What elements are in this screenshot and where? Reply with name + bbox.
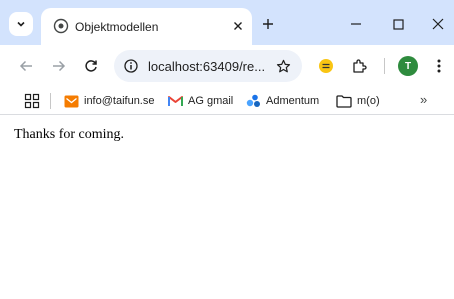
puzzle-icon <box>353 59 367 73</box>
bookmarks-separator <box>50 93 51 109</box>
forward-button[interactable] <box>50 57 68 75</box>
extension-button[interactable] <box>317 57 335 75</box>
tab-close-button[interactable] <box>230 18 246 34</box>
minimize-icon <box>351 23 361 25</box>
extensions-menu-button[interactable] <box>350 57 368 75</box>
page-content: Thanks for coming. <box>0 116 454 299</box>
tab-search-button[interactable] <box>9 12 33 36</box>
bookmark-ag-gmail[interactable]: AG gmail <box>168 92 233 110</box>
more-bookmarks-button[interactable]: » <box>420 92 427 107</box>
toolbar-separator <box>384 58 385 74</box>
address-bar[interactable]: localhost:63409/re... <box>114 50 302 82</box>
profile-avatar[interactable]: T <box>398 56 418 76</box>
minimize-button[interactable] <box>346 15 366 33</box>
tab-strip: Objektmodellen <box>0 0 454 45</box>
kebab-menu-icon <box>437 59 441 73</box>
bookmark-info-taifun[interactable]: info@taifun.se <box>64 92 155 110</box>
plus-icon <box>263 19 273 29</box>
arrow-left-icon <box>19 60 32 72</box>
tab-active[interactable]: Objektmodellen <box>41 8 252 45</box>
extension-bee-icon <box>319 59 333 73</box>
page-message: Thanks for coming. <box>14 127 125 142</box>
new-tab-button[interactable] <box>259 15 277 33</box>
chevron-double-right-icon: » <box>420 92 428 107</box>
maximize-button[interactable] <box>388 15 408 33</box>
bookmark-folder-mo[interactable]: m(o) <box>336 92 380 110</box>
globe-icon <box>53 18 69 34</box>
bookmark-label: Admentum <box>266 95 320 107</box>
bookmark-label: AG gmail <box>188 95 234 107</box>
tab-title: Objektmodellen <box>75 20 159 34</box>
close-window-button[interactable] <box>428 15 448 33</box>
back-button[interactable] <box>17 57 35 75</box>
admentum-icon <box>246 94 260 107</box>
mail-icon <box>64 95 79 107</box>
info-icon <box>124 59 138 73</box>
arrow-right-icon <box>53 60 66 72</box>
star-icon <box>276 59 290 72</box>
browser-menu-button[interactable] <box>432 57 446 75</box>
close-icon <box>234 22 242 30</box>
site-info-button[interactable] <box>122 57 140 75</box>
bookmark-label: info@taifun.se <box>84 95 155 107</box>
bookmarks-bar: info@taifun.se AG gmail Admentum m(o) » <box>0 87 454 115</box>
gmail-icon <box>168 96 183 106</box>
reload-icon <box>85 60 97 72</box>
chevron-down-icon <box>17 21 25 27</box>
url-text[interactable]: localhost:63409/re... <box>148 59 265 74</box>
bookmark-label: m(o) <box>357 95 380 107</box>
bookmark-star-button[interactable] <box>274 57 292 75</box>
apps-grid-icon[interactable] <box>24 93 40 109</box>
toolbar: localhost:63409/re... T <box>0 45 454 87</box>
maximize-icon <box>392 18 404 30</box>
bookmark-admentum[interactable]: Admentum <box>246 92 319 110</box>
close-icon <box>432 18 444 30</box>
folder-icon <box>336 94 352 108</box>
reload-button[interactable] <box>82 57 100 75</box>
